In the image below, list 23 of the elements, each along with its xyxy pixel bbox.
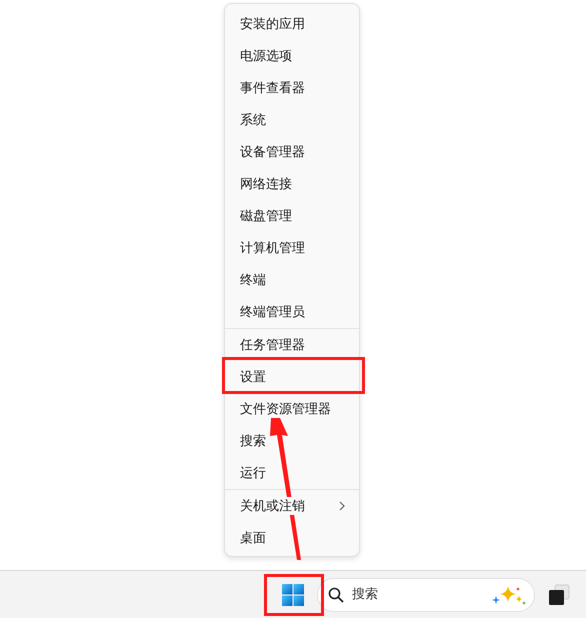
menu-item[interactable]: 设备管理器 <box>225 136 359 168</box>
menu-item[interactable]: 文件资源管理器 <box>225 393 359 425</box>
menu-item[interactable]: 设置 <box>225 361 359 393</box>
task-view-icon[interactable] <box>547 582 571 606</box>
menu-item[interactable]: 终端 <box>225 264 359 296</box>
menu-item[interactable]: 搜索 <box>225 425 359 457</box>
menu-item[interactable]: 终端管理员 <box>225 296 359 328</box>
menu-item[interactable]: 关机或注销 <box>225 490 359 522</box>
menu-item[interactable]: 运行 <box>225 457 359 489</box>
menu-item[interactable]: 系统 <box>225 104 359 136</box>
search-icon <box>328 586 344 602</box>
menu-item[interactable]: 磁盘管理 <box>225 200 359 232</box>
search-bar[interactable]: 搜索 <box>317 578 535 612</box>
menu-item[interactable]: 网络连接 <box>225 168 359 200</box>
menu-item[interactable]: 任务管理器 <box>225 329 359 361</box>
menu-item[interactable]: 电源选项 <box>225 40 359 72</box>
menu-item[interactable]: 计算机管理 <box>225 232 359 264</box>
menu-item[interactable]: 事件查看器 <box>225 72 359 104</box>
search-field[interactable]: 搜索 <box>352 587 472 602</box>
highlight-frame <box>264 574 324 616</box>
chevron-icon <box>339 501 345 511</box>
menu-item[interactable]: 桌面 <box>225 522 359 554</box>
menu-item[interactable]: 安装的应用 <box>225 8 359 40</box>
